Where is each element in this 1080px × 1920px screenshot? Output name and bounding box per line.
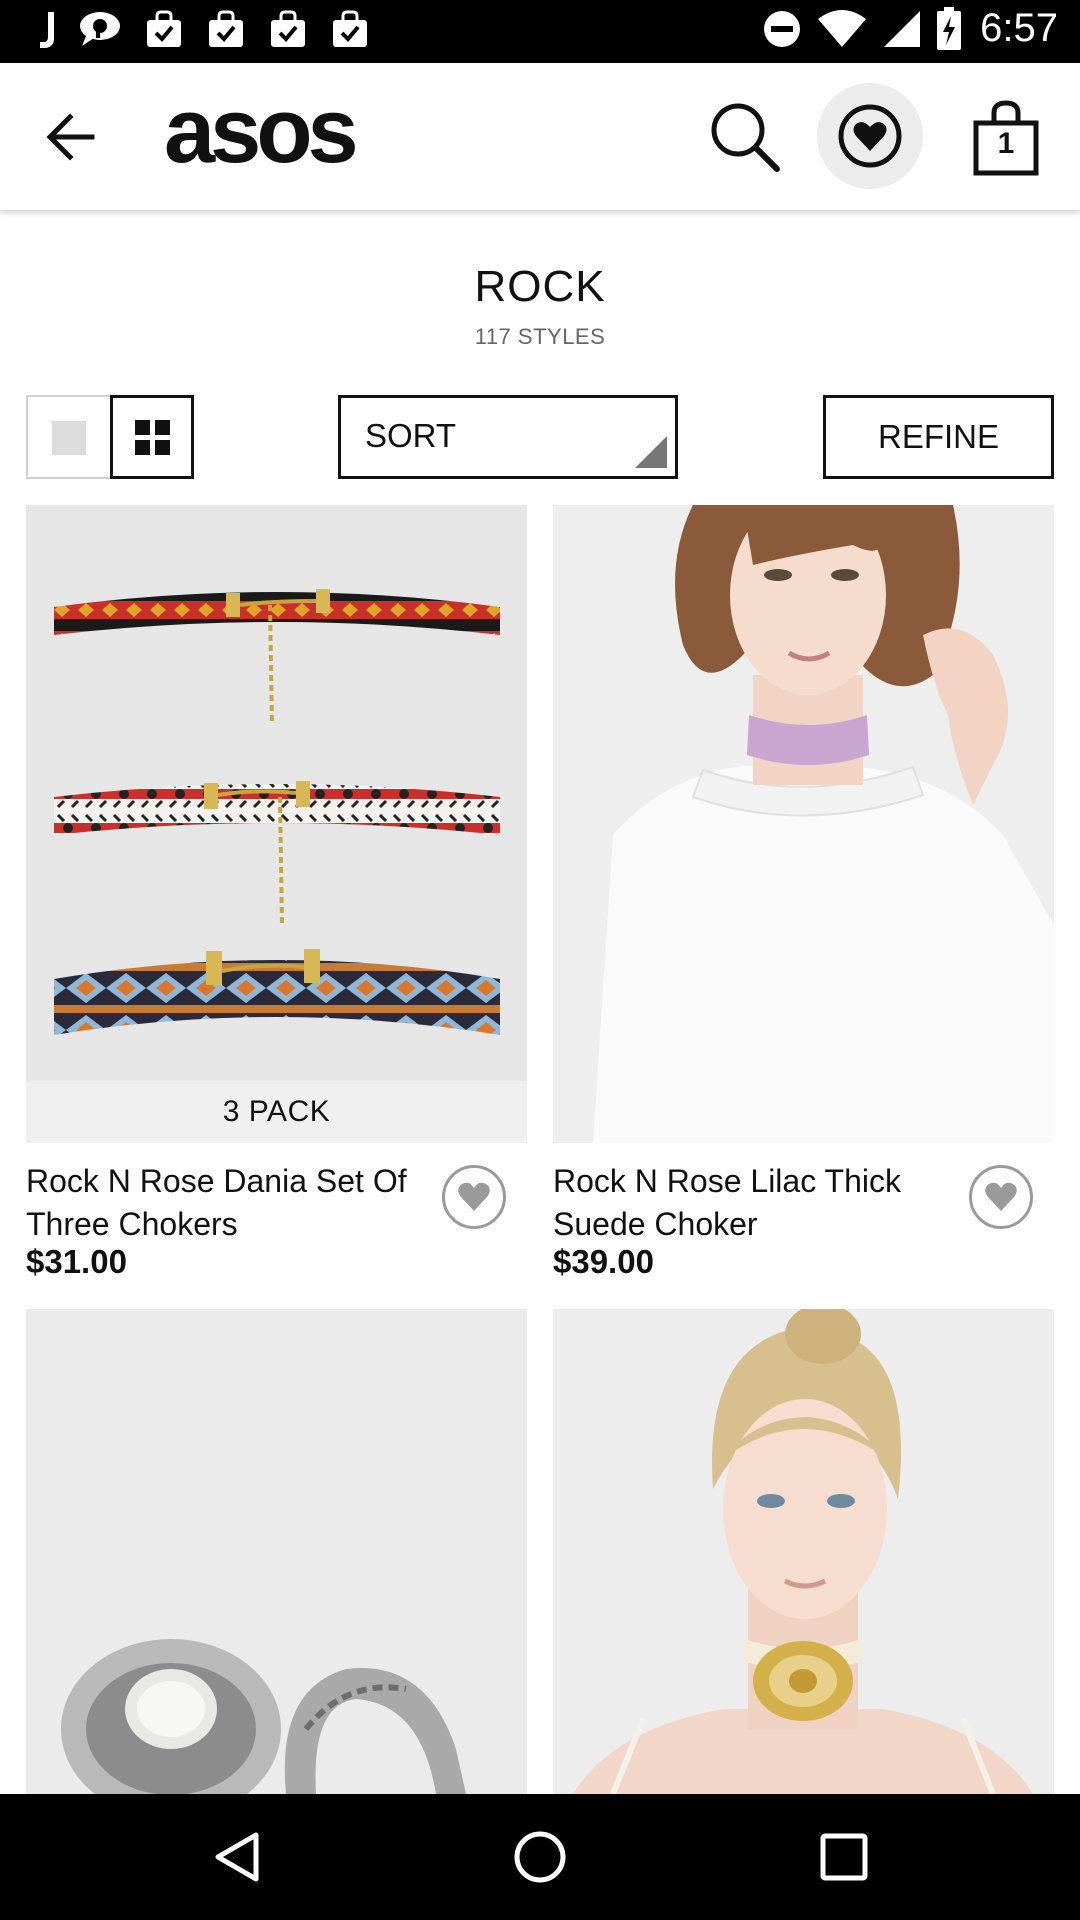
product-card[interactable]: Rock N Rose Lilac Thick Suede Choker $39… (553, 505, 1054, 1285)
status-time: 6:57 (980, 6, 1058, 50)
product-card[interactable] (26, 1309, 527, 1794)
chat-icon (80, 12, 120, 46)
j-app-icon (40, 12, 54, 48)
single-view-icon (52, 421, 86, 455)
search-button[interactable] (705, 97, 785, 177)
bag-notification-icon (147, 10, 181, 47)
product-card[interactable] (553, 1309, 1054, 1794)
search-icon (711, 103, 780, 172)
back-arrow-icon (46, 113, 95, 161)
bag-notification-icon (333, 10, 367, 47)
category-title: ROCK (474, 262, 606, 311)
refine-button[interactable]: REFINE (823, 395, 1054, 479)
back-triangle-icon (215, 1832, 259, 1882)
product-badge: 3 PACK (26, 1081, 527, 1143)
heart-icon (458, 1182, 490, 1211)
wifi-icon (818, 9, 867, 47)
view-toggle (26, 395, 194, 479)
bag-notification-icon (209, 10, 243, 47)
save-for-later-button[interactable] (969, 1165, 1033, 1229)
product-price: $39.00 (553, 1243, 654, 1280)
choker-set-illustration (26, 505, 527, 1081)
brand-logo[interactable]: asos (164, 85, 359, 177)
model-medallion-choker-illustration (553, 1309, 1054, 1794)
home-circle-icon (514, 1831, 566, 1883)
single-view-button[interactable] (26, 395, 110, 479)
save-for-later-button[interactable] (442, 1165, 506, 1229)
nav-home-button[interactable] (510, 1827, 570, 1887)
grid-view-button[interactable] (110, 395, 194, 479)
product-card[interactable]: 3 PACK Rock N Rose Dania Set Of Three Ch… (26, 505, 527, 1285)
product-image-medallion-choker[interactable] (553, 1309, 1054, 1794)
sort-dropdown[interactable]: SORT (338, 395, 678, 479)
product-name[interactable]: Rock N Rose Lilac Thick Suede Choker (553, 1160, 953, 1246)
bag-count-badge: 1 (997, 127, 1015, 160)
product-image-chokers[interactable]: 3 PACK (26, 505, 527, 1143)
product-image-lilac-choker[interactable] (553, 505, 1054, 1143)
do-not-disturb-icon (764, 10, 801, 47)
silver-rings-illustration (26, 1309, 527, 1794)
product-name[interactable]: Rock N Rose Dania Set Of Three Chokers (26, 1160, 426, 1246)
back-button[interactable] (42, 109, 102, 165)
cell-signal-icon (884, 10, 921, 47)
heart-icon (838, 104, 902, 168)
app-header: asos 1 (0, 63, 1080, 210)
status-bar: 6:57 (0, 0, 1080, 63)
model-lilac-choker-illustration (553, 505, 1054, 1143)
system-nav-bar (0, 1794, 1080, 1920)
bag-notification-icon (271, 10, 305, 47)
product-image-rings[interactable] (26, 1309, 527, 1794)
recents-square-icon (820, 1833, 868, 1881)
nav-back-button[interactable] (208, 1827, 268, 1887)
saved-items-button[interactable] (817, 83, 923, 189)
bag-button[interactable]: 1 (970, 97, 1042, 177)
battery-charging-icon (937, 6, 962, 50)
heart-icon (985, 1182, 1017, 1211)
product-price: $31.00 (26, 1243, 127, 1280)
sort-label: SORT (365, 417, 457, 454)
category-style-count: 117 STYLES (474, 324, 606, 349)
dropdown-corner-icon (635, 436, 667, 468)
nav-recents-button[interactable] (814, 1827, 874, 1887)
